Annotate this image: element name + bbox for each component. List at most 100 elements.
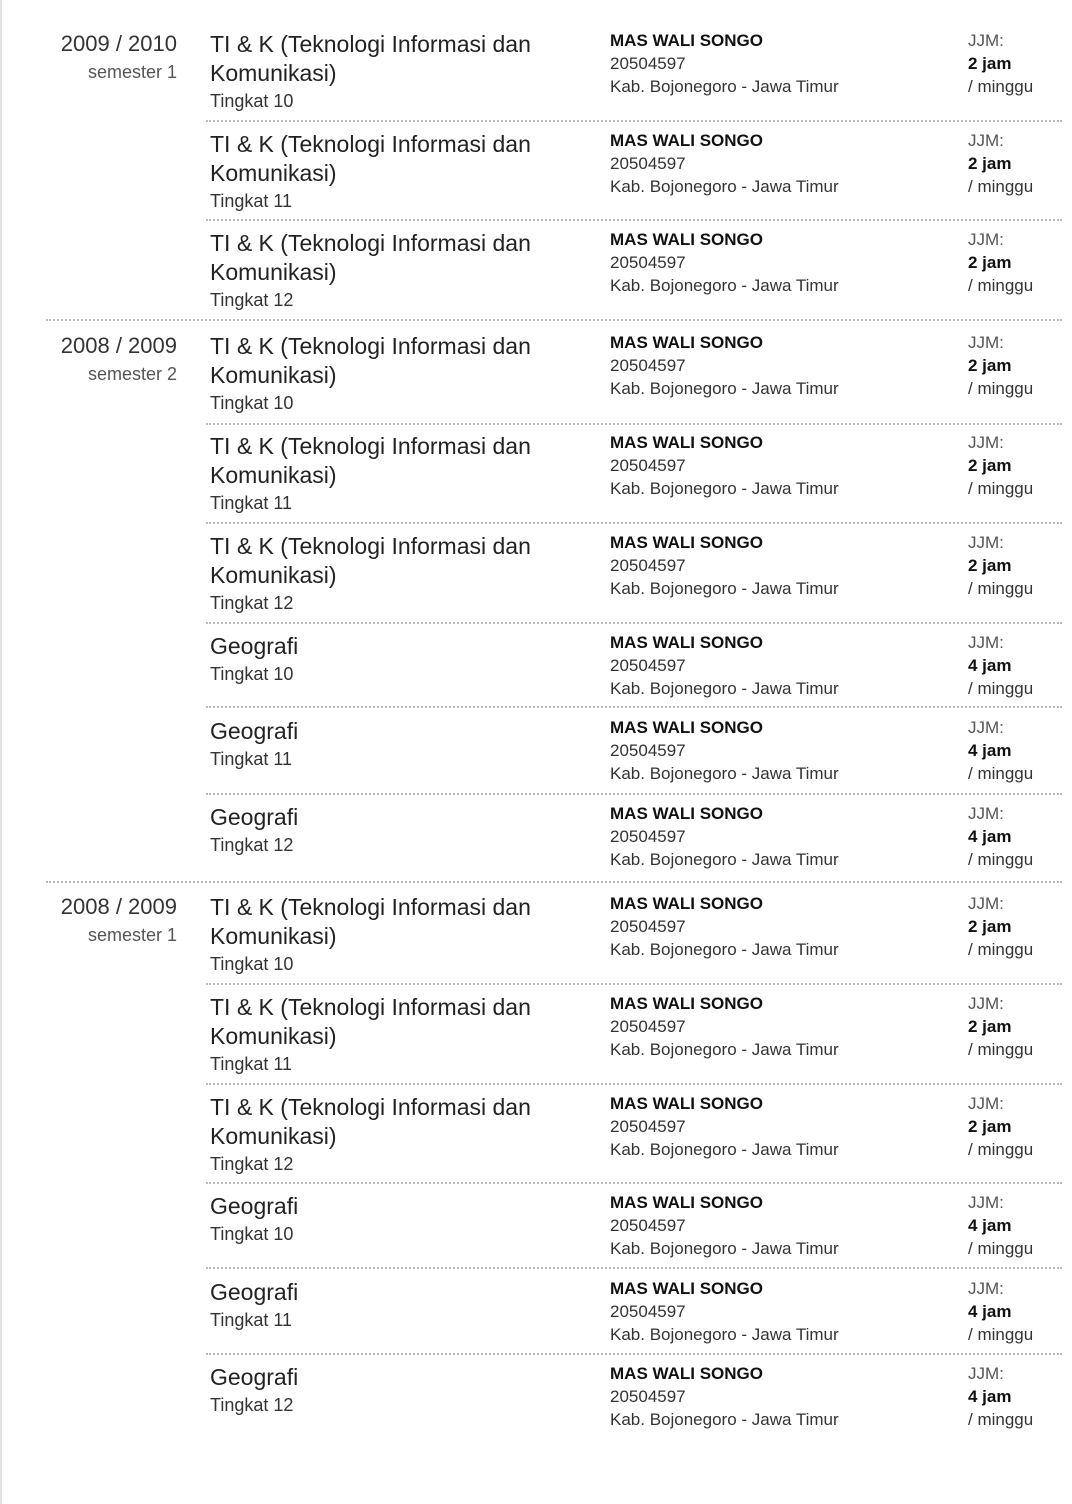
hours-value: 2 jam bbox=[968, 1117, 1012, 1136]
hours-cell: JJM: 2 jam / minggu bbox=[968, 229, 1068, 297]
school-name: MAS WALI SONGO bbox=[610, 1364, 763, 1383]
school-region: Kab. Bojonegoro - Jawa Timur bbox=[610, 379, 839, 398]
school-cell: MAS WALI SONGO 20504597 Kab. Bojonegoro - … bbox=[610, 893, 950, 961]
hours-cell: JJM: 2 jam / minggu bbox=[968, 332, 1068, 400]
school-region: Kab. Bojonegoro - Jawa Timur bbox=[610, 1140, 839, 1159]
hours-value: 2 jam bbox=[968, 356, 1012, 375]
academic-year: 2008 / 2009 bbox=[60, 894, 177, 919]
school-name: MAS WALI SONGO bbox=[610, 1279, 763, 1298]
subject-name: TI & K (Teknologi Informasi dan Komunika… bbox=[210, 31, 531, 86]
semester-label: semester 1 bbox=[87, 925, 177, 945]
school-cell: MAS WALI SONGO 20504597 Kab. Bojonegoro - … bbox=[610, 130, 950, 198]
grade-level: Tingkat 10 bbox=[210, 664, 294, 684]
subject-cell: TI & K (Teknologi Informasi dan Komunika… bbox=[210, 332, 600, 416]
school-name: MAS WALI SONGO bbox=[610, 894, 763, 913]
grade-level: Tingkat 12 bbox=[210, 1154, 294, 1174]
subject-cell: TI & K (Teknologi Informasi dan Komunika… bbox=[210, 993, 600, 1077]
school-name: MAS WALI SONGO bbox=[610, 718, 763, 737]
school-npsn: 20504597 bbox=[610, 1302, 686, 1321]
hours-cell: JJM: 2 jam / minggu bbox=[968, 130, 1068, 198]
grade-level: Tingkat 12 bbox=[210, 1395, 294, 1415]
hours-value: 2 jam bbox=[968, 556, 1012, 575]
hours-cell: JJM: 2 jam / minggu bbox=[968, 993, 1068, 1061]
school-name: MAS WALI SONGO bbox=[610, 230, 763, 249]
school-cell: MAS WALI SONGO 20504597 Kab. Bojonegoro - … bbox=[610, 993, 950, 1061]
hours-unit: / minggu bbox=[968, 1140, 1034, 1159]
school-npsn: 20504597 bbox=[610, 741, 686, 760]
school-name: MAS WALI SONGO bbox=[610, 131, 763, 150]
hours-cell: JJM: 2 jam / minggu bbox=[968, 30, 1068, 98]
subject-name: TI & K (Teknologi Informasi dan Komunika… bbox=[210, 333, 531, 388]
subject-name: TI & K (Teknologi Informasi dan Komunika… bbox=[210, 994, 531, 1049]
school-region: Kab. Bojonegoro - Jawa Timur bbox=[610, 77, 839, 96]
grade-level: Tingkat 12 bbox=[210, 835, 294, 855]
hours-unit: / minggu bbox=[968, 679, 1034, 698]
subject-name: TI & K (Teknologi Informasi dan Komunika… bbox=[210, 1094, 531, 1149]
school-cell: MAS WALI SONGO 20504597 Kab. Bojonegoro - … bbox=[610, 229, 950, 297]
jjm-label: JJM: bbox=[968, 1279, 1004, 1298]
hours-value: 4 jam bbox=[968, 827, 1012, 846]
hours-value: 2 jam bbox=[968, 456, 1012, 475]
row-divider bbox=[206, 1182, 1062, 1184]
subject-cell: Geografi Tingkat 12 bbox=[210, 803, 600, 858]
row-divider bbox=[206, 1267, 1062, 1269]
school-cell: MAS WALI SONGO 20504597 Kab. Bojonegoro - … bbox=[610, 332, 950, 400]
grade-level: Tingkat 10 bbox=[210, 1224, 294, 1244]
hours-cell: JJM: 4 jam / minggu bbox=[968, 803, 1068, 871]
hours-value: 2 jam bbox=[968, 54, 1012, 73]
school-npsn: 20504597 bbox=[610, 1017, 686, 1036]
subject-cell: Geografi Tingkat 11 bbox=[210, 1278, 600, 1333]
subject-name: TI & K (Teknologi Informasi dan Komunika… bbox=[210, 230, 531, 285]
hours-value: 4 jam bbox=[968, 1216, 1012, 1235]
school-name: MAS WALI SONGO bbox=[610, 633, 763, 652]
school-region: Kab. Bojonegoro - Jawa Timur bbox=[610, 850, 839, 869]
jjm-label: JJM: bbox=[968, 633, 1004, 652]
jjm-label: JJM: bbox=[968, 894, 1004, 913]
subject-cell: TI & K (Teknologi Informasi dan Komunika… bbox=[210, 130, 600, 214]
school-region: Kab. Bojonegoro - Jawa Timur bbox=[610, 679, 839, 698]
hours-value: 2 jam bbox=[968, 917, 1012, 936]
school-cell: MAS WALI SONGO 20504597 Kab. Bojonegoro - … bbox=[610, 532, 950, 600]
school-region: Kab. Bojonegoro - Jawa Timur bbox=[610, 479, 839, 498]
school-name: MAS WALI SONGO bbox=[610, 1094, 763, 1113]
period-cell: 2008 / 2009 semester 1 bbox=[0, 893, 177, 948]
grade-level: Tingkat 11 bbox=[210, 1310, 293, 1330]
school-name: MAS WALI SONGO bbox=[610, 433, 763, 452]
row-divider bbox=[206, 219, 1062, 221]
school-cell: MAS WALI SONGO 20504597 Kab. Bojonegoro - … bbox=[610, 1192, 950, 1260]
school-region: Kab. Bojonegoro - Jawa Timur bbox=[610, 940, 839, 959]
grade-level: Tingkat 12 bbox=[210, 290, 294, 310]
subject-name: Geografi bbox=[210, 804, 299, 830]
group-divider bbox=[46, 881, 1062, 883]
school-name: MAS WALI SONGO bbox=[610, 994, 763, 1013]
school-cell: MAS WALI SONGO 20504597 Kab. Bojonegoro - … bbox=[610, 432, 950, 500]
period-cell: 2009 / 2010 semester 1 bbox=[0, 30, 177, 85]
jjm-label: JJM: bbox=[968, 1193, 1004, 1212]
hours-value: 4 jam bbox=[968, 741, 1012, 760]
hours-value: 4 jam bbox=[968, 1387, 1012, 1406]
subject-name: TI & K (Teknologi Informasi dan Komunika… bbox=[210, 533, 531, 588]
school-cell: MAS WALI SONGO 20504597 Kab. Bojonegoro - … bbox=[610, 1278, 950, 1346]
hours-value: 4 jam bbox=[968, 1302, 1012, 1321]
subject-name: TI & K (Teknologi Informasi dan Komunika… bbox=[210, 433, 531, 488]
subject-name: Geografi bbox=[210, 633, 299, 659]
grade-level: Tingkat 10 bbox=[210, 954, 294, 974]
subject-cell: Geografi Tingkat 12 bbox=[210, 1363, 600, 1418]
hours-unit: / minggu bbox=[968, 479, 1034, 498]
subject-cell: Geografi Tingkat 11 bbox=[210, 717, 600, 772]
row-divider bbox=[206, 793, 1062, 795]
grade-level: Tingkat 11 bbox=[210, 1054, 293, 1074]
period-cell: 2008 / 2009 semester 2 bbox=[0, 332, 177, 387]
school-region: Kab. Bojonegoro - Jawa Timur bbox=[610, 579, 839, 598]
subject-name: TI & K (Teknologi Informasi dan Komunika… bbox=[210, 894, 531, 949]
school-cell: MAS WALI SONGO 20504597 Kab. Bojonegoro - … bbox=[610, 1093, 950, 1161]
hours-cell: JJM: 4 jam / minggu bbox=[968, 1278, 1068, 1346]
subject-cell: TI & K (Teknologi Informasi dan Komunika… bbox=[210, 532, 600, 616]
school-cell: MAS WALI SONGO 20504597 Kab. Bojonegoro - … bbox=[610, 803, 950, 871]
subject-name: TI & K (Teknologi Informasi dan Komunika… bbox=[210, 131, 531, 186]
group-divider bbox=[46, 319, 1062, 321]
subject-name: Geografi bbox=[210, 1279, 299, 1305]
hours-unit: / minggu bbox=[968, 764, 1034, 783]
hours-value: 2 jam bbox=[968, 154, 1012, 173]
grade-level: Tingkat 12 bbox=[210, 593, 294, 613]
